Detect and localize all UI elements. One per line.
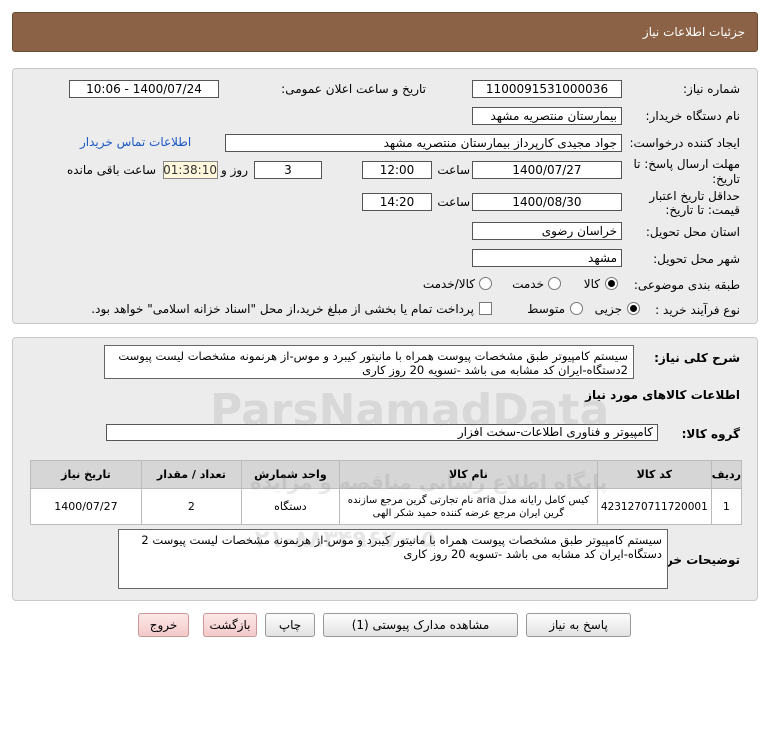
goods-section-title: اطلاعات کالاهای مورد نیاز: [585, 388, 740, 402]
table-row: 1 4231270711720001 کیس کامل رایانه مدل a…: [30, 488, 743, 525]
col-qty: تعداد / مقدار: [140, 460, 242, 489]
need-number-label: شماره نیاز:: [683, 82, 740, 96]
exit-button[interactable]: خروج: [138, 613, 189, 637]
col-name: نام کالا: [338, 460, 598, 489]
category-both-label: کالا/خدمت: [422, 277, 475, 291]
cell-code: 4231270711720001: [596, 488, 712, 525]
need-number-value: 1100091531000036: [472, 80, 622, 98]
category-goods-radio[interactable]: [605, 277, 618, 290]
city-label: شهر محل تحویل:: [653, 252, 740, 266]
reply-button[interactable]: پاسخ به نیاز: [526, 613, 631, 637]
reply-date-value: 1400/07/27: [472, 161, 622, 179]
col-code: کد کالا: [596, 460, 712, 489]
validity-time-label: ساعت: [437, 195, 470, 209]
attachments-button[interactable]: مشاهده مدارک پیوستی (1): [323, 613, 518, 637]
page-header: جزئیات اطلاعات نیاز: [12, 12, 758, 52]
days-label: روز و: [221, 163, 248, 177]
summary-label: شرح کلی نیاز:: [654, 351, 740, 365]
reply-deadline-label-2: تاریخ:: [712, 172, 740, 186]
buyer-org-label: نام دستگاه خریدار:: [645, 109, 741, 123]
page-title: جزئیات اطلاعات نیاز: [642, 25, 745, 39]
cell-unit: دستگاه: [240, 488, 340, 525]
creator-label: ایجاد کننده درخواست:: [629, 136, 740, 150]
treasury-checkbox[interactable]: [479, 302, 492, 315]
announce-value: 1400/07/24 - 10:06: [69, 80, 219, 98]
category-goods-label: کالا: [583, 277, 600, 291]
reply-time-label: ساعت: [437, 163, 470, 177]
category-both-radio[interactable]: [479, 277, 492, 290]
buyer-notes-text: سیستم کامپیوتر طبق مشخصات پیوست همراه با…: [118, 529, 668, 589]
province-label: استان محل تحویل:: [645, 225, 740, 239]
cell-qty: 2: [140, 488, 242, 525]
city-value: مشهد: [472, 249, 622, 267]
process-medium-radio[interactable]: [570, 302, 583, 315]
reply-time-value: 12:00: [362, 161, 432, 179]
validity-label-2: قیمت: تا تاریخ:: [665, 203, 740, 217]
category-service-radio[interactable]: [548, 277, 561, 290]
validity-time-value: 14:20: [362, 193, 432, 211]
goods-group-label: گروه کالا:: [681, 427, 740, 441]
process-minor-radio[interactable]: [627, 302, 640, 315]
col-date: تاریخ نیاز: [30, 460, 142, 489]
process-medium-label: متوسط: [527, 302, 565, 316]
cell-date: 1400/07/27: [30, 488, 142, 525]
remaining-timer: 01:38:10: [163, 161, 218, 179]
category-label: طبقه بندی موضوعی:: [633, 278, 740, 292]
payment-note: پرداخت تمام یا بخشی از مبلغ خرید،از محل …: [91, 302, 474, 316]
buyer-org-value: بیمارستان منتصریه مشهد: [472, 107, 622, 125]
creator-value: جواد مجیدی کارپرداز بیمارستان منتصریه مش…: [225, 134, 622, 152]
validity-date-value: 1400/08/30: [472, 193, 622, 211]
province-value: خراسان رضوی: [472, 222, 622, 240]
summary-text: سیستم کامپیوتر طبق مشخصات پیوست همراه با…: [104, 345, 634, 379]
days-value: 3: [254, 161, 322, 179]
process-label: نوع فرآیند خرید :: [655, 303, 740, 317]
validity-label: حداقل تاریخ اعتبار: [649, 189, 740, 203]
announce-label: تاریخ و ساعت اعلان عمومی:: [281, 82, 426, 96]
col-row: ردیف: [710, 460, 743, 489]
category-service-label: خدمت: [512, 277, 544, 291]
print-button[interactable]: چاپ: [265, 613, 315, 637]
process-minor-label: جزیی: [594, 302, 622, 316]
cell-row: 1: [710, 488, 743, 525]
reply-deadline-label: مهلت ارسال پاسخ: تا: [633, 157, 740, 171]
cell-name: کیس کامل رایانه مدل aria نام تجارتی گرین…: [338, 488, 598, 525]
col-unit: واحد شمارش: [240, 460, 340, 489]
remaining-label: ساعت باقی مانده: [66, 163, 156, 177]
goods-group-value: کامپیوتر و فناوری اطلاعات-سخت افزار: [106, 424, 658, 441]
buyer-contact-link[interactable]: اطلاعات تماس خریدار: [80, 135, 191, 149]
back-button[interactable]: بازگشت: [203, 613, 257, 637]
goods-table: ردیف کد کالا نام کالا واحد شمارش تعداد /…: [30, 460, 743, 525]
